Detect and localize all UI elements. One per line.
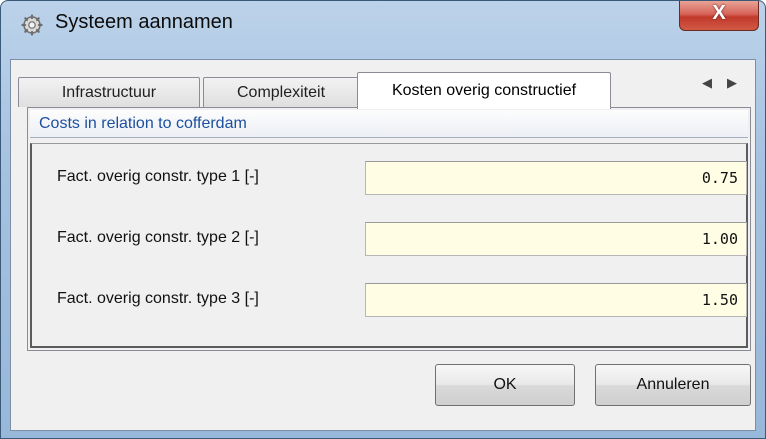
factor-type-2-input[interactable]: [365, 222, 747, 256]
tab-scroll-right-icon[interactable]: ▶: [727, 74, 737, 94]
close-icon: X: [712, 2, 726, 24]
factor-type-2-label: Fact. overig constr. type 2 [-]: [57, 229, 259, 246]
gear-icon: [21, 14, 43, 36]
tab-panel: Costs in relation to cofferdam Fact. ove…: [27, 107, 751, 351]
group-title: Costs in relation to cofferdam: [39, 115, 247, 132]
factor-type-1-label: Fact. overig constr. type 1 [-]: [57, 168, 259, 185]
tab-label: Infrastructuur: [61, 84, 157, 101]
tab-label: Kosten overig constructief: [391, 82, 577, 99]
ok-button[interactable]: OK: [435, 364, 575, 406]
group-body: Fact. overig constr. type 1 [-] Fact. ov…: [30, 143, 748, 348]
tab-complexiteit[interactable]: Complexiteit: [203, 77, 359, 107]
dialog-client-area: Infrastructuur Complexiteit Kosten overi…: [10, 59, 756, 431]
tab-infrastructuur[interactable]: Infrastructuur: [18, 77, 200, 107]
tab-scroll-left-icon[interactable]: ◀: [702, 74, 712, 94]
group-header: Costs in relation to cofferdam: [30, 110, 748, 138]
tab-kosten-overig-constructief[interactable]: Kosten overig constructief: [357, 72, 611, 109]
factor-type-3-input[interactable]: [365, 283, 747, 317]
cancel-button-label: Annuleren: [636, 376, 710, 393]
factor-type-1-input[interactable]: [365, 161, 747, 195]
ok-button-label: OK: [493, 376, 517, 393]
title-bar[interactable]: Systeem aannamen X: [1, 1, 765, 43]
window-title: Systeem aannamen: [55, 11, 233, 33]
cancel-button[interactable]: Annuleren: [595, 364, 751, 406]
close-button[interactable]: X: [679, 1, 759, 31]
dialog-window: Systeem aannamen X Infrastructuur Comple…: [0, 0, 766, 439]
tab-label: Complexiteit: [236, 84, 326, 101]
factor-type-3-label: Fact. overig constr. type 3 [-]: [57, 290, 259, 307]
